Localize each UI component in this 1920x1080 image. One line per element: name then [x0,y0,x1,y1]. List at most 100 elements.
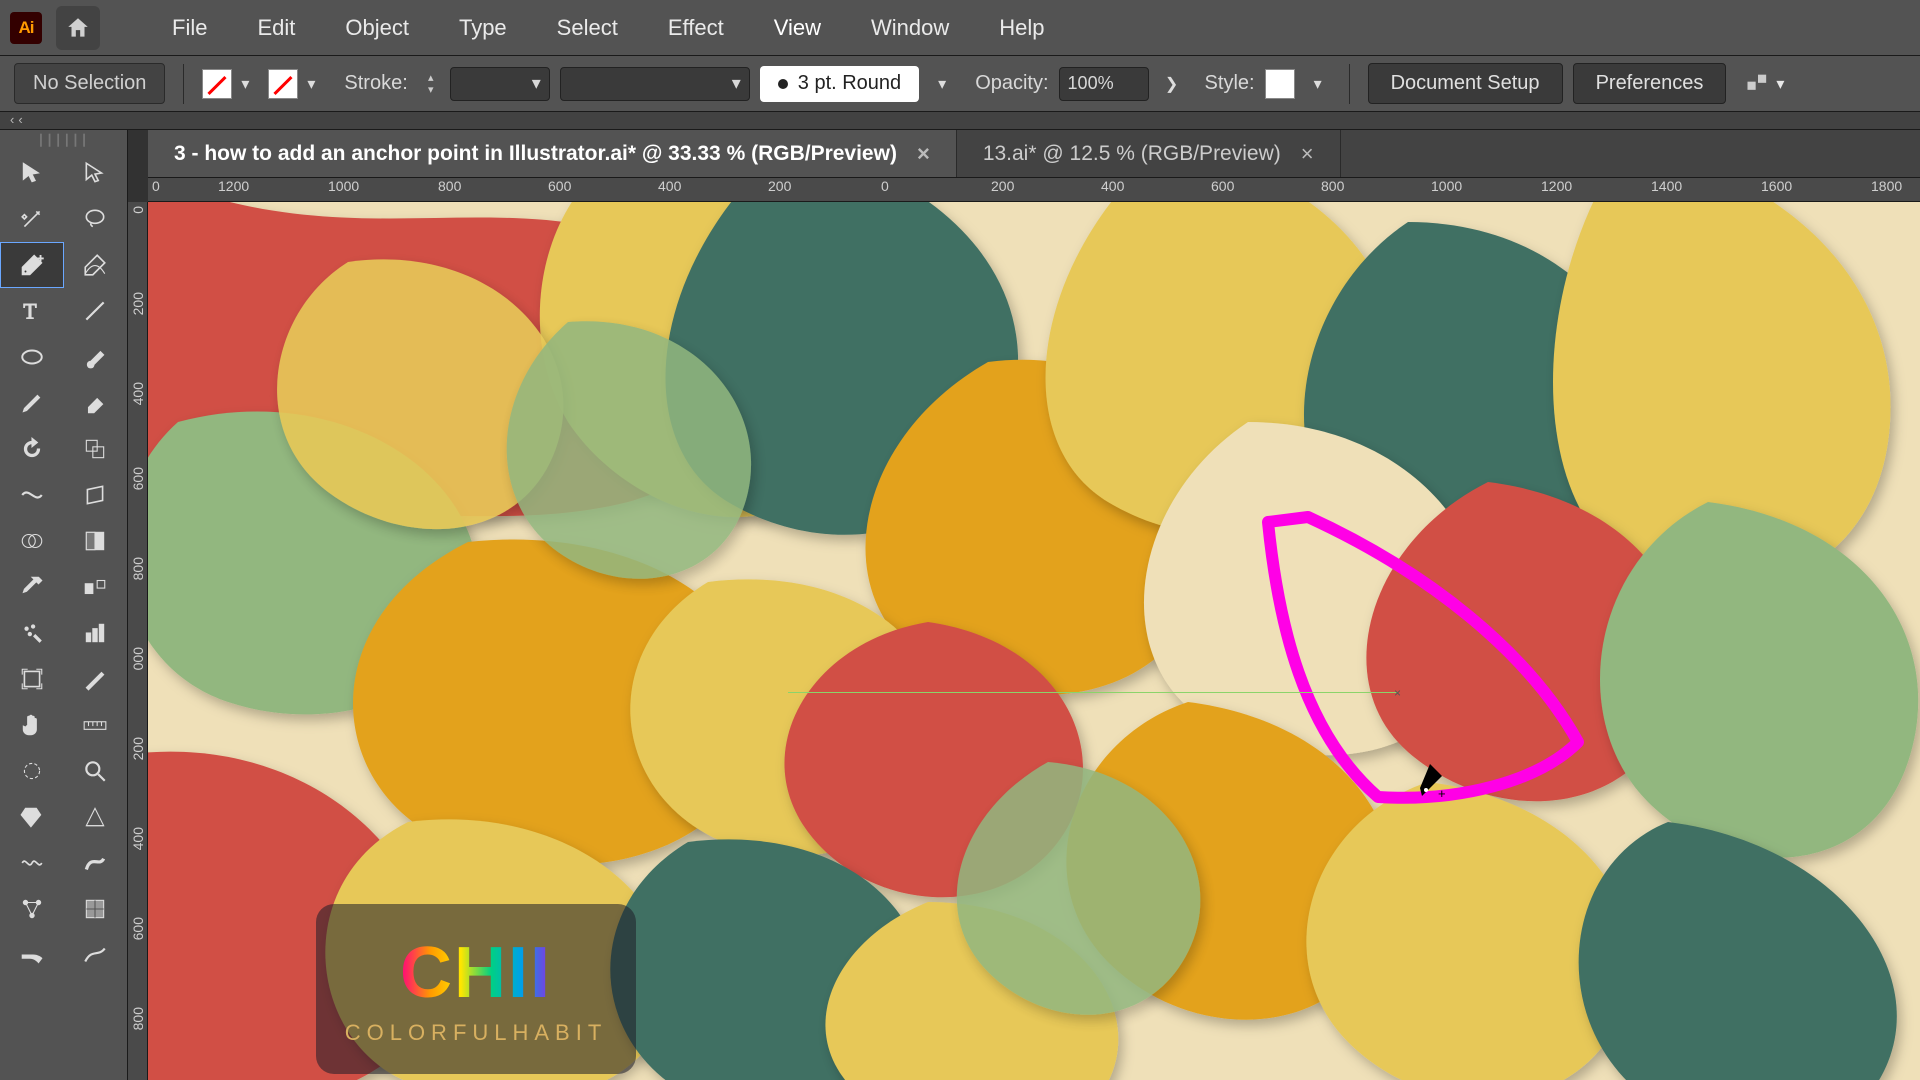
column-graph-tool[interactable] [64,610,128,656]
menu-object[interactable]: Object [327,9,427,47]
scale-tool[interactable] [64,426,128,472]
smooth-tool[interactable] [64,932,128,978]
zoom-tool[interactable] [64,748,128,794]
type-tool[interactable]: T [0,288,64,334]
ruler-tick: 400 [658,178,681,194]
knife-tool[interactable] [0,932,64,978]
tab-document-2[interactable]: 13.ai* @ 12.5 % (RGB/Preview) × [957,130,1341,177]
free-transform-tool[interactable] [64,472,128,518]
ruler-tick: 400 [130,382,146,405]
chevron-down-icon: ▾ [232,69,258,99]
ruler-tick: 800 [438,178,461,194]
ruler-tick: 200 [991,178,1014,194]
opacity-label: Opacity: [975,72,1048,95]
line-tool[interactable] [64,288,128,334]
pencil-tool[interactable] [0,380,64,426]
wrinkle-tool[interactable] [0,840,64,886]
close-icon[interactable]: × [917,141,930,167]
rotate-tool[interactable] [0,426,64,472]
stroke-swatch-combo[interactable]: ▾ [268,69,324,99]
curvature-tool[interactable] [64,242,128,288]
hand-tool[interactable] [0,702,64,748]
ruler-vertical[interactable]: 0 200 400 600 800 000 200 400 600 800 [128,202,148,1080]
fill-swatch-combo[interactable]: ▾ [202,69,258,99]
menu-view[interactable]: View [756,9,839,47]
ruler-tick: 600 [130,467,146,490]
eraser-tool[interactable] [64,380,128,426]
opacity-more[interactable]: ❯ [1159,67,1185,101]
width-tool[interactable] [0,472,64,518]
style-swatch-icon[interactable] [1265,69,1295,99]
selection-status: No Selection [14,63,165,104]
measure-tool[interactable] [64,702,128,748]
menu-effect[interactable]: Effect [650,9,742,47]
opacity-field[interactable]: 100% [1059,67,1149,101]
preferences-button[interactable]: Preferences [1573,63,1727,104]
mesh-tool[interactable] [64,886,128,932]
live-paint-tool[interactable] [0,794,64,840]
style-label: Style: [1205,72,1255,95]
tab-active-document[interactable]: 3 - how to add an anchor point in Illust… [148,130,957,177]
stroke-weight-stepper[interactable]: ▴▾ [422,73,440,95]
panel-grip-icon[interactable]: ┃┃┃┃┃┃ [0,130,127,150]
ruler-tick: 1600 [1761,178,1792,194]
gradient-tool[interactable] [64,518,128,564]
brush-dropdown[interactable]: ▾ [929,66,955,102]
shaper-tool[interactable] [0,748,64,794]
fill-swatch-icon [202,69,232,99]
pen-tool[interactable]: + [0,242,64,288]
style-dropdown[interactable]: ▾ [1305,69,1331,99]
menu-help[interactable]: Help [981,9,1062,47]
ruler-tick: 600 [130,917,146,940]
panel-collapse-strip[interactable]: ‹‹ [0,112,1920,130]
magic-wand-tool[interactable] [0,196,64,242]
caret-down-icon: ▾ [422,85,440,95]
anchor-marker-icon: × [1394,686,1402,694]
document-setup-button[interactable]: Document Setup [1368,63,1563,104]
stroke-weight-field[interactable]: ▾ [450,67,550,101]
eyedropper-tool[interactable] [0,564,64,610]
canvas-area[interactable]: × + CHII COLORFULHABIT [148,202,1920,1080]
dot-icon [778,79,788,89]
ruler-tick: 400 [130,827,146,850]
ruler-tick: 1200 [218,178,249,194]
ruler-tick: 800 [130,557,146,580]
menu-edit[interactable]: Edit [239,9,313,47]
selection-tool[interactable] [0,150,64,196]
chevron-down-icon: ▾ [1776,74,1784,94]
puppet-warp-tool[interactable] [0,886,64,932]
ruler-tick: 1000 [1431,178,1462,194]
ruler-tick: 1400 [1651,178,1682,194]
lasso-tool[interactable] [64,196,128,242]
menu-select[interactable]: Select [539,9,636,47]
symbol-sprayer-tool[interactable] [0,610,64,656]
close-icon[interactable]: × [1301,141,1314,167]
ruler-tick: 0 [130,206,146,214]
perspective-tool[interactable] [64,794,128,840]
artboard-tool[interactable] [0,656,64,702]
variable-width-profile[interactable]: ▾ [560,67,750,101]
watermark-subtitle: COLORFULHABIT [345,1020,608,1046]
direct-selection-tool[interactable] [64,150,128,196]
document-tab-bar: 3 - how to add an anchor point in Illust… [148,130,1920,178]
menu-file[interactable]: File [154,9,225,47]
align-to-dropdown[interactable]: ▾ [1744,70,1784,98]
shape-builder-tool[interactable] [0,518,64,564]
warp-tool[interactable] [64,840,128,886]
ruler-tick: 0 [881,178,889,194]
watermark-badge: CHII COLORFULHABIT [316,904,636,1074]
app-logo-icon: Ai [10,12,42,44]
menu-window[interactable]: Window [853,9,967,47]
brush-definition[interactable]: 3 pt. Round [760,66,919,102]
paintbrush-tool[interactable] [64,334,128,380]
ruler-tick: 1000 [328,178,359,194]
blend-tool[interactable] [64,564,128,610]
brush-label: 3 pt. Round [798,72,901,95]
slice-tool[interactable] [64,656,128,702]
menu-type[interactable]: Type [441,9,525,47]
ellipse-tool[interactable] [0,334,64,380]
ruler-horizontal[interactable]: 0 1200 1000 800 600 400 200 0 200 400 60… [148,178,1920,202]
ruler-tick: 200 [130,737,146,760]
svg-text:+: + [37,253,43,265]
home-button[interactable] [56,6,100,50]
